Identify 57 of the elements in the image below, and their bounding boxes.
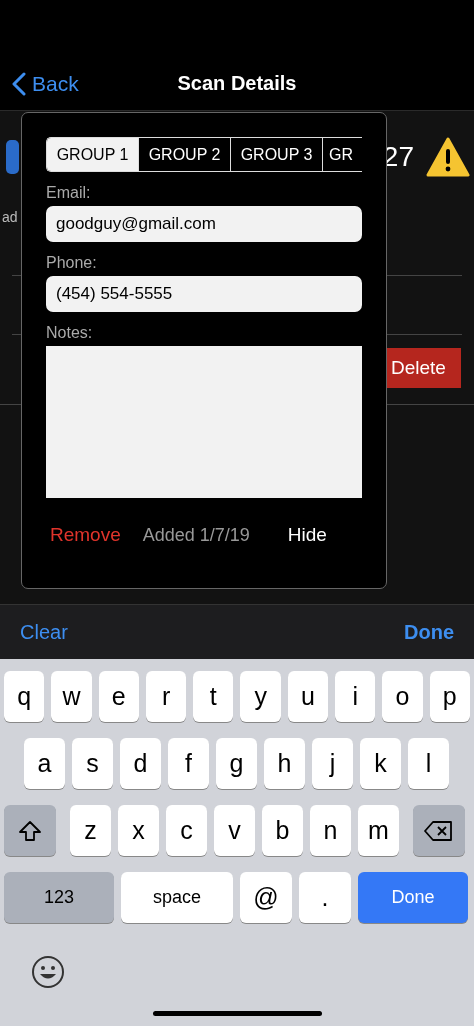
key[interactable]: g	[216, 738, 257, 789]
key[interactable]: l	[408, 738, 449, 789]
screen-title: Scan Details	[177, 72, 297, 95]
done-button[interactable]: Done	[404, 620, 454, 644]
key[interactable]: d	[120, 738, 161, 789]
clear-button[interactable]: Clear	[20, 620, 68, 644]
group-tab[interactable]: GR	[323, 138, 362, 171]
key[interactable]: s	[72, 738, 113, 789]
key[interactable]: z	[70, 805, 111, 856]
key[interactable]: e	[98, 671, 139, 722]
space-key[interactable]: space	[121, 872, 233, 923]
phone-field[interactable]: (454) 554-5555	[46, 276, 362, 312]
shift-key[interactable]	[4, 805, 56, 856]
field-label: Email:	[46, 184, 92, 202]
key[interactable]: t	[193, 671, 234, 722]
hide-button[interactable]: Hide	[287, 524, 327, 546]
remove-button[interactable]: Remove	[50, 524, 121, 546]
key[interactable]: k	[360, 738, 401, 789]
key[interactable]: a	[24, 738, 65, 789]
key[interactable]: p	[429, 671, 470, 722]
key[interactable]: m	[358, 805, 399, 856]
key[interactable]: h	[264, 738, 305, 789]
key[interactable]: n	[310, 805, 351, 856]
address-label: ad	[2, 209, 18, 225]
key[interactable]: c	[166, 805, 207, 856]
done-key[interactable]: Done	[358, 872, 468, 923]
group-tab[interactable]: GROUP 3	[231, 138, 323, 171]
key[interactable]: w	[51, 671, 92, 722]
backspace-icon	[424, 819, 454, 842]
key[interactable]: x	[118, 805, 159, 856]
key[interactable]: y	[240, 671, 281, 722]
back-chevron-icon[interactable]	[12, 72, 26, 96]
group-tab[interactable]: GROUP 2	[139, 138, 231, 171]
numbers-key[interactable]: 123	[4, 872, 114, 923]
back-button[interactable]: Back	[12, 72, 79, 96]
key[interactable]: j	[312, 738, 353, 789]
key[interactable]: b	[262, 805, 303, 856]
field-label: Notes:	[46, 324, 94, 342]
group-tab[interactable]: GROUP 1	[47, 138, 139, 171]
key[interactable]: .	[299, 872, 351, 923]
field-label: Phone:	[46, 254, 98, 272]
key[interactable]: v	[214, 805, 255, 856]
emoji-icon[interactable]	[31, 955, 65, 989]
key[interactable]: r	[145, 671, 187, 722]
warning-icon	[426, 137, 470, 177]
added-date: Added 1/7/19	[142, 524, 250, 546]
key[interactable]: o	[382, 671, 423, 722]
delete-key[interactable]	[413, 805, 465, 856]
key[interactable]: f	[168, 738, 209, 789]
key[interactable]: u	[287, 671, 329, 722]
key[interactable]: i	[335, 671, 376, 722]
key[interactable]: q	[4, 671, 45, 722]
shift-arrow-icon	[18, 819, 42, 842]
notes-field[interactable]	[46, 346, 362, 498]
badge-icon	[6, 140, 19, 174]
key[interactable]: @	[240, 872, 292, 923]
email-field[interactable]: goodguy@gmail.com	[46, 206, 362, 242]
